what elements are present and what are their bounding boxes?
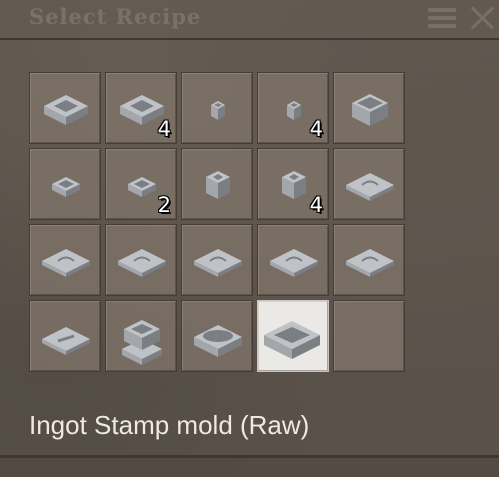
stack-count: 4: [309, 117, 323, 141]
recipe-slot[interactable]: 4: [257, 148, 329, 220]
stamp-plate-icon: [346, 249, 394, 277]
select-recipe-dialog: Select Recipe 4 4 2 4 Ingot Stamp mold (Raw…: [0, 0, 499, 477]
stack-count: 4: [157, 117, 171, 141]
recipe-slot[interactable]: [105, 224, 177, 296]
bottom-strip: [0, 458, 499, 477]
menu-icon[interactable]: [428, 7, 456, 29]
recipe-slot[interactable]: [257, 300, 329, 372]
stamp-plate-icon: [194, 249, 242, 277]
recipe-slot[interactable]: 4: [257, 72, 329, 144]
recipe-slot[interactable]: [29, 72, 101, 144]
oval-mold-icon: [194, 325, 242, 357]
empty-recipe-slot: [333, 300, 405, 372]
recipe-slot[interactable]: [181, 148, 253, 220]
recipe-slot[interactable]: [181, 300, 253, 372]
ingot-stamp-mold-icon: [264, 321, 320, 359]
close-icon[interactable]: [470, 5, 496, 31]
recipe-slot[interactable]: [29, 224, 101, 296]
recipe-grid: 4 4 2 4: [29, 72, 405, 372]
deep-crucible-icon: [352, 94, 388, 126]
recipe-slot[interactable]: [181, 72, 253, 144]
stamp-plate-icon: [346, 173, 394, 201]
flat-mold-icon: [52, 177, 80, 197]
recipe-slot[interactable]: [29, 300, 101, 372]
stack-count: 4: [309, 193, 323, 217]
recipe-slot[interactable]: [29, 148, 101, 220]
stamp-plate-icon: [42, 249, 90, 277]
recipe-slot[interactable]: [333, 224, 405, 296]
stack-count: 2: [157, 193, 171, 217]
recipe-slot[interactable]: [181, 224, 253, 296]
recipe-slot[interactable]: 4: [105, 72, 177, 144]
recipe-slot[interactable]: [333, 148, 405, 220]
recipe-slot[interactable]: [105, 300, 177, 372]
title-bar[interactable]: Select Recipe: [0, 0, 499, 40]
large-mold-icon: [44, 95, 88, 125]
stacked-mold-icon: [122, 320, 162, 365]
recipe-slot[interactable]: [257, 224, 329, 296]
bar-plate-icon: [42, 327, 90, 355]
small-crucible-icon: [211, 101, 225, 120]
stamp-plate-icon: [118, 249, 166, 277]
recipe-slot[interactable]: 2: [105, 148, 177, 220]
selected-recipe-name: Ingot Stamp mold (Raw): [29, 410, 310, 440]
dialog-title: Select Recipe: [29, 4, 202, 29]
stamp-plate-icon: [270, 249, 318, 277]
cube-vessel-icon: [206, 171, 230, 199]
recipe-slot[interactable]: [333, 72, 405, 144]
